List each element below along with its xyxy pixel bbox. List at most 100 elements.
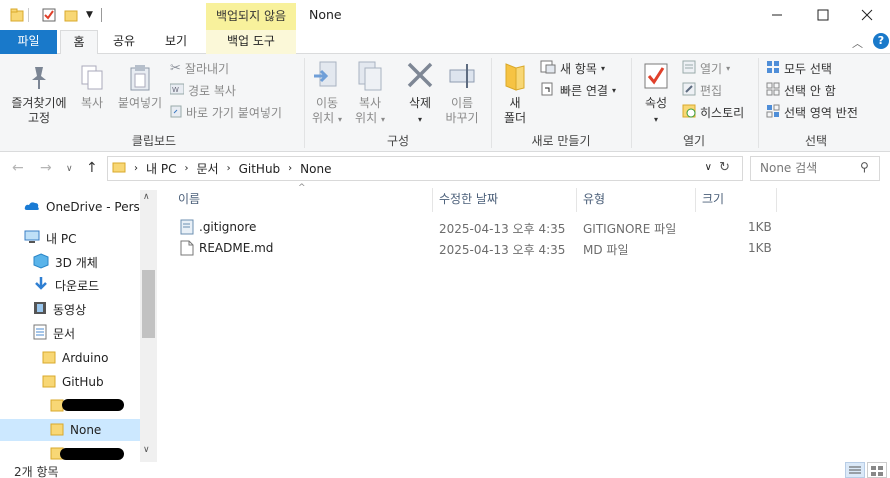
- column-header-name[interactable]: 이름: [172, 188, 432, 212]
- help-icon[interactable]: ?: [873, 33, 889, 49]
- properties-button[interactable]: 속성 ▾: [637, 60, 675, 127]
- large-icons-view-icon[interactable]: [867, 462, 887, 478]
- tab-backup-tools[interactable]: 백업 도구: [206, 30, 296, 54]
- cloud-icon: [24, 200, 40, 215]
- new-item-button[interactable]: 새 항목 ▾: [540, 60, 605, 77]
- new-folder-icon: [502, 60, 528, 96]
- select-none-icon: [766, 82, 780, 99]
- pin-icon: [26, 64, 52, 96]
- cube-icon: [33, 252, 49, 272]
- select-all-button[interactable]: 모두 선택: [766, 60, 832, 77]
- move-to-button[interactable]: 이동 위치 ▾: [308, 60, 346, 127]
- file-row[interactable]: .gitignore 2025-04-13 오후 4:35 GITIGNORE …: [172, 218, 777, 238]
- tab-home[interactable]: 홈: [60, 30, 98, 55]
- customize-quick-access-icon[interactable]: ▼: [86, 10, 93, 20]
- easy-access-button[interactable]: 빠른 연결 ▾: [540, 82, 616, 99]
- column-header-type[interactable]: 유형: [577, 188, 695, 212]
- nav-item-this-pc[interactable]: 내 PC: [24, 227, 140, 249]
- breadcrumb-documents[interactable]: 문서: [196, 160, 218, 177]
- delete-icon: [405, 60, 435, 96]
- breadcrumb-github[interactable]: GitHub: [239, 162, 281, 176]
- dropdown-arrow-icon: ▾: [653, 115, 658, 124]
- back-arrow-icon[interactable]: ←: [12, 160, 24, 176]
- folder-icon[interactable]: [10, 8, 24, 25]
- cut-button[interactable]: ✂ 잘라내기: [170, 60, 229, 77]
- close-button[interactable]: [844, 0, 890, 30]
- new-folder-label-2: 폴더: [503, 111, 527, 125]
- details-view-icon[interactable]: [845, 462, 865, 478]
- folder-icon: [50, 422, 64, 439]
- pin-label-2: 고정: [27, 111, 51, 125]
- tab-view[interactable]: 보기: [155, 30, 197, 54]
- maximize-button[interactable]: [800, 0, 846, 30]
- file-modified: 2025-04-13 오후 4:35: [439, 222, 566, 236]
- select-none-button[interactable]: 선택 안 함: [766, 82, 836, 99]
- tab-share[interactable]: 공유: [104, 30, 144, 54]
- nav-item-arduino[interactable]: Arduino: [42, 347, 140, 369]
- nav-pane-scrollbar[interactable]: ∧ ∨: [140, 190, 157, 462]
- up-arrow-icon[interactable]: ↑: [86, 160, 98, 176]
- open-button[interactable]: 열기 ▾: [682, 60, 730, 77]
- file-type: MD 파일: [583, 243, 629, 257]
- refresh-icon[interactable]: ↻: [719, 160, 730, 175]
- nav-item-github[interactable]: GitHub: [42, 371, 140, 393]
- paste-button[interactable]: 붙여넣기: [114, 64, 166, 111]
- breadcrumb-this-pc[interactable]: 내 PC: [146, 160, 176, 177]
- invert-selection-button[interactable]: 선택 영역 반전: [766, 104, 858, 121]
- nav-item-downloads[interactable]: 다운로드: [33, 274, 140, 296]
- tab-file[interactable]: 파일: [0, 30, 57, 54]
- column-header-size[interactable]: 크기: [696, 188, 776, 212]
- copy-button[interactable]: 복사: [74, 64, 110, 111]
- file-row[interactable]: README.md 2025-04-13 오후 4:35 MD 파일 1KB: [172, 239, 777, 259]
- invert-selection-label: 선택 영역 반전: [784, 106, 858, 120]
- minimize-button[interactable]: [754, 0, 800, 30]
- new-folder-button[interactable]: 새 폴더: [497, 60, 533, 126]
- nav-item-videos[interactable]: 동영상: [33, 298, 140, 320]
- nav-item-label: OneDrive - Person: [46, 200, 140, 214]
- file-modified: 2025-04-13 오후 4:35: [439, 243, 566, 257]
- address-dropdown-icon[interactable]: ∨: [705, 162, 712, 173]
- forward-arrow-icon[interactable]: →: [40, 160, 52, 176]
- nav-item-3d-objects[interactable]: 3D 개체: [33, 251, 140, 273]
- rename-button[interactable]: 이름 바꾸기: [441, 60, 483, 126]
- clipboard-group-label: 클립보드: [131, 134, 177, 148]
- copy-path-button[interactable]: W 경로 복사: [169, 82, 236, 99]
- scrollbar-thumb[interactable]: [142, 270, 155, 338]
- address-bar[interactable]: › 내 PC › 문서 › GitHub › None ∨ ↻: [107, 156, 743, 181]
- search-icon[interactable]: ⚲: [860, 160, 869, 174]
- folder-icon: [42, 350, 56, 367]
- copy-to-button[interactable]: 복사 위치 ▾: [349, 60, 391, 127]
- ribbon-separator: [304, 58, 305, 148]
- history-label: 히스토리: [700, 106, 745, 120]
- copy-to-label-2: 위치: [355, 111, 378, 125]
- column-separator[interactable]: [776, 188, 777, 212]
- history-button[interactable]: 히스토리: [682, 104, 744, 121]
- edit-button[interactable]: 편집: [682, 82, 722, 99]
- rename-label-1: 이름: [450, 96, 474, 110]
- nav-item-onedrive[interactable]: OneDrive - Person: [24, 196, 140, 218]
- gitignore-file-icon: [180, 219, 194, 238]
- nav-item-label: Arduino: [62, 351, 109, 365]
- scroll-down-icon[interactable]: ∨: [143, 445, 150, 455]
- status-item-count: 2개 항목: [14, 465, 59, 478]
- new-folder-label-1: 새: [509, 96, 521, 110]
- delete-button[interactable]: 삭제 ▾: [402, 60, 438, 127]
- nav-item-documents[interactable]: 문서: [33, 322, 140, 344]
- scroll-up-icon[interactable]: ∧: [143, 192, 150, 202]
- column-header-modified[interactable]: 수정한 날짜: [433, 188, 576, 212]
- pin-quick-access-button[interactable]: 즐겨찾기에 고정: [6, 64, 72, 126]
- context-tab-group-label: 백업되지 않음: [206, 3, 296, 30]
- dropdown-arrow-icon: ▾: [337, 115, 342, 124]
- move-to-label-2: 위치: [312, 111, 335, 125]
- properties-icon[interactable]: [42, 8, 56, 25]
- paste-shortcut-button[interactable]: 바로 가기 붙여넣기: [170, 104, 282, 121]
- breadcrumb-none[interactable]: None: [300, 162, 331, 176]
- delete-label: 삭제: [408, 96, 432, 110]
- invert-selection-icon: [766, 104, 780, 121]
- recent-locations-icon[interactable]: ∨: [66, 164, 73, 174]
- folder-icon: [42, 374, 56, 391]
- ribbon: 즐겨찾기에 고정 복사 붙여넣기 ✂ 잘라내기 W 경로 복사 바로 가기 붙여…: [0, 54, 890, 152]
- new-folder-icon[interactable]: [64, 8, 78, 25]
- collapse-ribbon-icon[interactable]: ︿: [852, 35, 863, 51]
- nav-item-none[interactable]: None: [0, 419, 140, 441]
